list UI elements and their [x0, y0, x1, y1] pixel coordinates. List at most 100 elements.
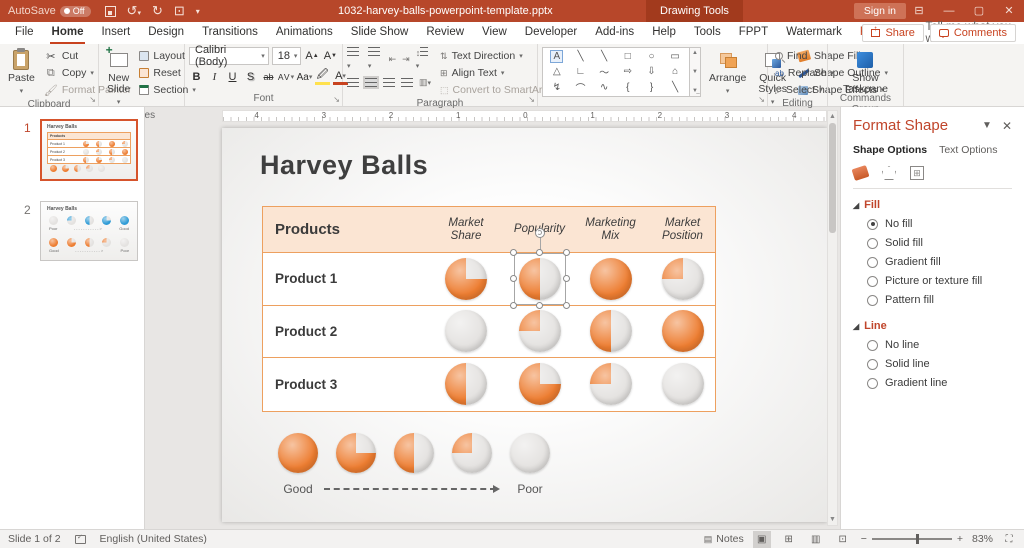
harvey-ball-75[interactable] — [102, 216, 111, 225]
harvey-ball-50[interactable] — [394, 433, 434, 473]
gallery-up-icon[interactable]: ▲ — [692, 50, 698, 56]
shape-triangle-icon[interactable]: △ — [553, 66, 561, 77]
fill-line-category-icon[interactable] — [852, 165, 870, 181]
line-spacing-button[interactable]: ↕▾ — [416, 47, 431, 71]
shape-arrow-right-icon[interactable]: ⇨ — [624, 66, 632, 77]
save-icon[interactable] — [105, 6, 116, 17]
minimize-icon[interactable]: — — [934, 0, 964, 22]
align-left-button[interactable] — [347, 78, 359, 87]
shape-line-icon[interactable]: ╲ — [577, 51, 583, 62]
selection-handle[interactable] — [510, 302, 517, 309]
tab-transitions[interactable]: Transitions — [193, 22, 267, 44]
fill-option-picture-or-texture-fill[interactable]: Picture or texture fill — [867, 275, 1012, 287]
harvey-ball-0[interactable] — [510, 433, 550, 473]
increase-indent-button[interactable]: ⇥ — [402, 54, 410, 65]
harvey-ball-50[interactable] — [74, 165, 81, 172]
shape-arc-icon[interactable]: ⌒ — [575, 80, 585, 95]
tab-tools[interactable]: Tools — [685, 22, 730, 44]
harvey-ball-25[interactable] — [67, 216, 76, 225]
harvey-ball-75[interactable] — [519, 363, 561, 405]
harvey-ball-50[interactable] — [445, 363, 487, 405]
columns-button[interactable]: ▥▾ — [419, 77, 431, 88]
harvey-ball-50[interactable] — [85, 216, 94, 225]
harvey-balls-table[interactable]: ProductsMarketSharePopularityMarketingMi… — [262, 206, 716, 412]
shape-arrow-down-icon[interactable]: ⇩ — [647, 66, 655, 77]
bullets-button[interactable]: ▾ — [347, 47, 362, 71]
tab-file[interactable]: File — [6, 22, 43, 44]
harvey-ball-100[interactable] — [109, 141, 115, 147]
show-taskpane-button[interactable]: ShowTaskpane — [839, 47, 892, 97]
radio-icon[interactable] — [867, 378, 878, 389]
line-option-gradient-line[interactable]: Gradient line — [867, 377, 1012, 389]
tab-design[interactable]: Design — [139, 22, 193, 44]
line-option-no-line[interactable]: No line — [867, 339, 1012, 351]
redo-icon[interactable]: ↻ — [152, 3, 163, 19]
slide-sorter-view-button[interactable]: ⊞ — [780, 531, 798, 548]
shape-rectangle-icon[interactable]: □ — [625, 51, 631, 62]
font-dialog-launcher-icon[interactable]: ↘ — [333, 95, 340, 104]
sign-in-button[interactable]: Sign in — [854, 3, 906, 19]
drawing-dialog-launcher-icon[interactable]: ↘ — [758, 95, 765, 104]
harvey-ball-25[interactable] — [452, 433, 492, 473]
zoom-level[interactable]: 83% — [972, 533, 993, 545]
arrange-button[interactable]: Arrange▾ — [705, 47, 750, 110]
zoom-out-icon[interactable]: − — [861, 533, 867, 545]
harvey-ball-100[interactable] — [662, 310, 704, 352]
rotate-handle[interactable] — [535, 228, 545, 238]
undo-icon[interactable]: ↺▾ — [127, 3, 141, 19]
harvey-ball-75[interactable] — [96, 157, 102, 163]
shape-textbox-icon[interactable]: A — [550, 50, 563, 63]
italic-button[interactable]: I — [207, 69, 222, 85]
tab-add-ins[interactable]: Add-ins — [586, 22, 643, 44]
harvey-ball-50[interactable] — [109, 149, 115, 155]
shape-zigzag-icon[interactable]: 〜 — [599, 64, 609, 79]
close-icon[interactable]: ✕ — [994, 0, 1024, 22]
bold-button[interactable]: B — [189, 69, 204, 85]
fill-option-pattern-fill[interactable]: Pattern fill — [867, 294, 1012, 306]
paste-button[interactable]: Paste▾ — [4, 47, 39, 99]
panel-close-icon[interactable]: ✕ — [1002, 119, 1012, 133]
selection-handle[interactable] — [510, 249, 517, 256]
gallery-down-icon[interactable]: ▼ — [692, 69, 698, 75]
fill-option-solid-fill[interactable]: Solid fill — [867, 237, 1012, 249]
clipboard-dialog-launcher-icon[interactable]: ↘ — [89, 95, 96, 104]
scrollbar-thumb[interactable] — [829, 123, 836, 233]
selection-handle[interactable] — [510, 275, 517, 282]
harvey-ball-100[interactable] — [590, 258, 632, 300]
harvey-ball-50[interactable] — [590, 310, 632, 352]
scroll-down-icon[interactable]: ▼ — [829, 516, 836, 523]
effects-category-icon[interactable] — [882, 166, 896, 180]
size-properties-category-icon[interactable]: ⊞ — [910, 166, 924, 180]
selection-handle[interactable] — [563, 249, 570, 256]
reading-view-button[interactable]: ▥ — [807, 531, 825, 548]
selection-handle[interactable] — [563, 275, 570, 282]
harvey-ball-100[interactable] — [49, 238, 58, 247]
radio-icon[interactable] — [867, 295, 878, 306]
new-slide-button[interactable]: NewSlide ▾ — [103, 47, 134, 110]
change-case-button[interactable]: Aa▾ — [297, 69, 312, 85]
spell-check-icon[interactable] — [75, 535, 86, 544]
slideshow-view-button[interactable]: ⊡ — [834, 531, 852, 548]
harvey-ball-25[interactable] — [590, 363, 632, 405]
autosave-toggle[interactable]: AutoSave Off — [8, 5, 91, 17]
harvey-ball-0[interactable] — [445, 310, 487, 352]
harvey-ball-0[interactable] — [122, 157, 128, 163]
grow-font-button[interactable]: A▲ — [304, 48, 319, 64]
line-collapse-icon[interactable]: ◢ — [853, 322, 859, 331]
harvey-ball-0[interactable] — [83, 149, 89, 155]
share-button[interactable]: Share — [862, 24, 923, 42]
strikethrough-button[interactable]: ab — [261, 69, 276, 85]
selection-handle[interactable] — [536, 302, 543, 309]
tab-help[interactable]: Help — [643, 22, 685, 44]
shape-polygon-icon[interactable]: ⌂ — [672, 66, 678, 77]
highlight-color-button[interactable]: 🖉 — [315, 69, 330, 85]
harvey-ball-0[interactable] — [120, 238, 129, 247]
harvey-ball-75[interactable] — [445, 258, 487, 300]
fill-collapse-icon[interactable]: ◢ — [853, 201, 859, 210]
panel-options-icon[interactable]: ▼ — [982, 120, 992, 131]
justify-button[interactable] — [401, 78, 413, 87]
harvey-balls-legend[interactable]: GoodPoor — [278, 433, 550, 496]
tab-developer[interactable]: Developer — [516, 22, 586, 44]
tab-review[interactable]: Review — [417, 22, 473, 44]
slide2-thumbnail[interactable]: Harvey BallsPoor----------->GoodGood----… — [40, 201, 138, 261]
